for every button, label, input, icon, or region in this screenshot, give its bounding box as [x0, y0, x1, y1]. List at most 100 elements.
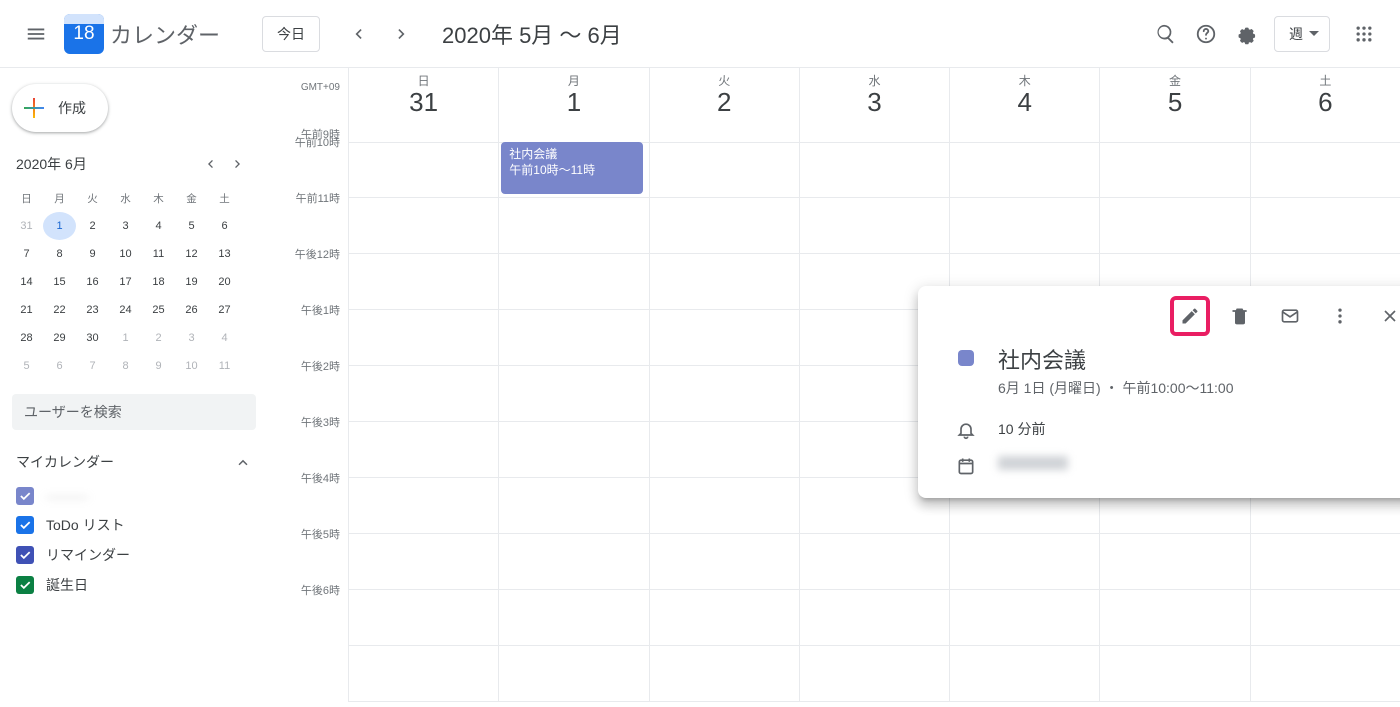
- mini-day[interactable]: 2: [76, 212, 109, 240]
- day-header[interactable]: 火2: [649, 68, 799, 142]
- mini-day[interactable]: 10: [175, 352, 208, 380]
- mini-day[interactable]: 5: [175, 212, 208, 240]
- calendar-item[interactable]: リマインダー: [10, 540, 258, 570]
- mini-day[interactable]: 3: [109, 212, 142, 240]
- mini-day[interactable]: 22: [43, 296, 76, 324]
- mini-day[interactable]: 6: [43, 352, 76, 380]
- hour-label: 午後4時: [301, 470, 340, 486]
- menu-button[interactable]: [16, 14, 56, 54]
- help-button[interactable]: [1186, 14, 1226, 54]
- mini-day[interactable]: 3: [175, 324, 208, 352]
- day-header[interactable]: 日31: [348, 68, 498, 142]
- my-calendars-label: マイカレンダー: [16, 452, 114, 472]
- mini-day[interactable]: 25: [142, 296, 175, 324]
- mini-day[interactable]: 7: [10, 240, 43, 268]
- sidebar: 作成 2020年 6月 日月火水木金土 31123456789101112131…: [0, 68, 268, 707]
- day-column[interactable]: [649, 142, 799, 702]
- more-options-button[interactable]: [1320, 296, 1360, 336]
- mini-day[interactable]: 24: [109, 296, 142, 324]
- mini-day[interactable]: 2: [142, 324, 175, 352]
- day-column[interactable]: 社内会議午前10時～11時: [498, 142, 648, 702]
- day-header[interactable]: 土6: [1250, 68, 1400, 142]
- hour-label: 午後5時: [301, 526, 340, 542]
- mini-day[interactable]: 4: [208, 324, 241, 352]
- day-header[interactable]: 木4: [949, 68, 1099, 142]
- mini-day[interactable]: 7: [76, 352, 109, 380]
- header: 18 カレンダー 今日 2020年 5月 ～ 6月 週: [0, 0, 1400, 68]
- calendar-label: ———: [46, 488, 88, 504]
- day-header[interactable]: 水3: [799, 68, 949, 142]
- settings-button[interactable]: [1226, 14, 1266, 54]
- mini-day[interactable]: 18: [142, 268, 175, 296]
- mini-prev-button[interactable]: [196, 150, 224, 178]
- calendar-item[interactable]: 誕生日: [10, 570, 258, 600]
- mini-day[interactable]: 28: [10, 324, 43, 352]
- create-button-label: 作成: [58, 98, 86, 118]
- mini-day[interactable]: 8: [109, 352, 142, 380]
- mini-day[interactable]: 19: [175, 268, 208, 296]
- menu-icon: [25, 23, 47, 45]
- mini-day[interactable]: 11: [208, 352, 241, 380]
- email-guests-button[interactable]: [1270, 296, 1310, 336]
- event-title: 社内会議: [998, 348, 1233, 374]
- mini-cal-title: 2020年 6月: [16, 154, 196, 174]
- search-people-input[interactable]: ユーザーを検索: [12, 394, 256, 430]
- calendar-item[interactable]: ToDo リスト: [10, 510, 258, 540]
- checkbox-icon[interactable]: [16, 576, 34, 594]
- mini-day[interactable]: 29: [43, 324, 76, 352]
- mini-day[interactable]: 14: [10, 268, 43, 296]
- event-color-icon: [958, 350, 974, 366]
- calendar-item[interactable]: ———: [10, 482, 258, 510]
- mini-day[interactable]: 11: [142, 240, 175, 268]
- mini-day[interactable]: 13: [208, 240, 241, 268]
- mini-day[interactable]: 30: [76, 324, 109, 352]
- mini-day[interactable]: 9: [142, 352, 175, 380]
- mini-day[interactable]: 23: [76, 296, 109, 324]
- mini-day[interactable]: 4: [142, 212, 175, 240]
- checkbox-icon[interactable]: [16, 487, 34, 505]
- checkbox-icon[interactable]: [16, 516, 34, 534]
- hour-label: 午前10時: [295, 134, 340, 150]
- my-calendars-header[interactable]: マイカレンダー: [10, 446, 258, 482]
- day-header[interactable]: 月1: [498, 68, 648, 142]
- edit-event-button[interactable]: [1170, 296, 1210, 336]
- mini-dow: 火: [76, 184, 109, 212]
- today-button[interactable]: 今日: [262, 16, 320, 52]
- mini-day[interactable]: 10: [109, 240, 142, 268]
- checkbox-icon[interactable]: [16, 546, 34, 564]
- mini-day[interactable]: 31: [10, 212, 43, 240]
- mini-day[interactable]: 1: [43, 212, 76, 240]
- view-selector[interactable]: 週: [1274, 16, 1330, 52]
- search-button[interactable]: [1146, 14, 1186, 54]
- apps-button[interactable]: [1344, 14, 1384, 54]
- prev-week-button[interactable]: [338, 14, 378, 54]
- mini-day[interactable]: 9: [76, 240, 109, 268]
- close-popover-button[interactable]: [1370, 296, 1400, 336]
- day-header[interactable]: 金5: [1099, 68, 1249, 142]
- mini-day[interactable]: 15: [43, 268, 76, 296]
- calendar-event[interactable]: 社内会議午前10時～11時: [501, 142, 642, 194]
- help-icon: [1195, 23, 1217, 45]
- search-people-placeholder: ユーザーを検索: [24, 402, 122, 422]
- mini-day[interactable]: 8: [43, 240, 76, 268]
- day-column[interactable]: [348, 142, 498, 702]
- mini-dow: 金: [175, 184, 208, 212]
- mini-next-button[interactable]: [224, 150, 252, 178]
- hour-label: 午後2時: [301, 358, 340, 374]
- next-week-button[interactable]: [382, 14, 422, 54]
- mini-day[interactable]: 26: [175, 296, 208, 324]
- mini-day[interactable]: 5: [10, 352, 43, 380]
- mini-day[interactable]: 17: [109, 268, 142, 296]
- mini-day[interactable]: 16: [76, 268, 109, 296]
- mini-day[interactable]: 27: [208, 296, 241, 324]
- mini-day[interactable]: 12: [175, 240, 208, 268]
- week-grid: GMT+09 午前9時 日31月1火2水3木4金5土6 午前10時午前11時午後…: [268, 68, 1400, 707]
- mini-day[interactable]: 20: [208, 268, 241, 296]
- delete-event-button[interactable]: [1220, 296, 1260, 336]
- chevron-right-icon: [230, 156, 246, 172]
- create-button[interactable]: 作成: [12, 84, 108, 132]
- calendar-name-redacted: [998, 456, 1068, 470]
- mini-day[interactable]: 1: [109, 324, 142, 352]
- mini-day[interactable]: 21: [10, 296, 43, 324]
- mini-day[interactable]: 6: [208, 212, 241, 240]
